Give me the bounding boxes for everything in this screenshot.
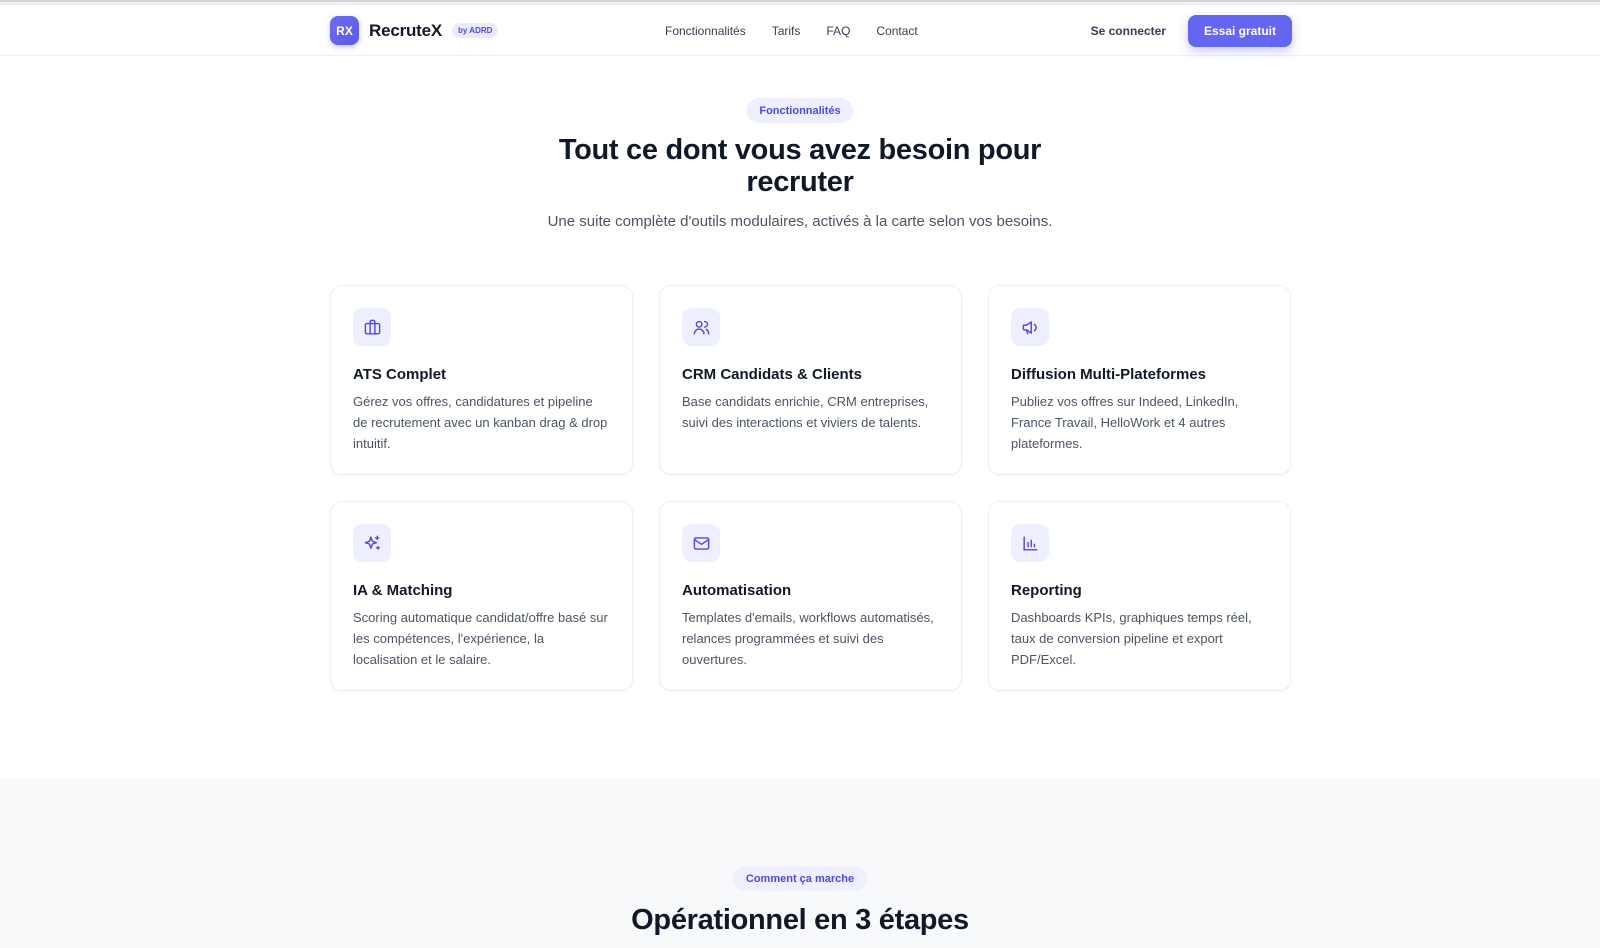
megaphone-icon [1011, 308, 1049, 346]
feature-description: Publiez vos offres sur Indeed, LinkedIn,… [1011, 394, 1239, 451]
feature-title: IA & Matching [353, 582, 453, 599]
logo-mark: RX [330, 16, 359, 45]
feature-title: Diffusion Multi-Plateformes [1011, 366, 1207, 383]
bar-chart-icon [1011, 524, 1049, 562]
site-header: RX RecruteX by ADRD Fonctionnalités Tari… [0, 5, 1600, 56]
feature-description: Gérez vos offres, candidatures et pipeli… [353, 394, 608, 451]
users-icon [682, 308, 720, 346]
feature-card-diffusion: Diffusion Multi-Plateformes Publiez vos … [988, 285, 1291, 475]
features-pill: Fonctionnalités [746, 98, 854, 123]
feature-description: Scoring automatique candidat/offre basé … [353, 610, 608, 667]
feature-card-ats: ATS Complet Gérez vos offres, candidatur… [330, 285, 633, 475]
nav-link-tarifs[interactable]: Tarifs [772, 24, 801, 38]
feature-card-crm: CRM Candidats & Clients Base candidats e… [659, 285, 962, 475]
brand-logo[interactable]: RX RecruteX by ADRD [330, 16, 499, 45]
feature-card-automatisation: Automatisation Templates d'emails, workf… [659, 501, 962, 691]
header-actions: Se connecter Essai gratuit [1091, 14, 1292, 47]
feature-card-reporting: Reporting Dashboards KPIs, graphiques te… [988, 501, 1291, 691]
brand-name: RecruteX [369, 20, 443, 40]
nav-link-fonctionnalites[interactable]: Fonctionnalités [665, 24, 746, 38]
feature-card-ia: IA & Matching Scoring automatique candid… [330, 501, 633, 691]
mail-icon [682, 524, 720, 562]
steps-pill: Comment ça marche [732, 866, 868, 891]
feature-description: Dashboards KPIs, graphiques temps réel, … [1011, 610, 1252, 667]
nav-link-contact[interactable]: Contact [876, 24, 917, 38]
feature-title: CRM Candidats & Clients [682, 366, 863, 383]
login-link[interactable]: Se connecter [1091, 24, 1166, 38]
feature-description: Base candidats enrichie, CRM entreprises… [682, 394, 929, 430]
main-nav: Fonctionnalités Tarifs FAQ Contact [665, 24, 918, 38]
feature-title: Reporting [1011, 582, 1082, 599]
steps-section: Comment ça marche Opérationnel en 3 étap… [0, 778, 1600, 948]
sparkles-icon [353, 524, 391, 562]
free-trial-button[interactable]: Essai gratuit [1187, 14, 1292, 47]
feature-title: Automatisation [682, 582, 792, 599]
features-grid: ATS Complet Gérez vos offres, candidatur… [330, 285, 1292, 691]
features-title: Tout ce dont vous avez besoin pour recru… [558, 134, 1042, 198]
nav-link-faq[interactable]: FAQ [826, 24, 850, 38]
features-subtitle: Une suite complète d'outils modulaires, … [547, 213, 1053, 230]
steps-title: Opérationnel en 3 étapes [631, 904, 969, 936]
feature-description: Templates d'emails, workflows automatisé… [682, 610, 934, 667]
feature-title: ATS Complet [353, 366, 447, 383]
briefcase-icon [353, 308, 391, 346]
brand-badge: by ADRD [452, 23, 499, 38]
